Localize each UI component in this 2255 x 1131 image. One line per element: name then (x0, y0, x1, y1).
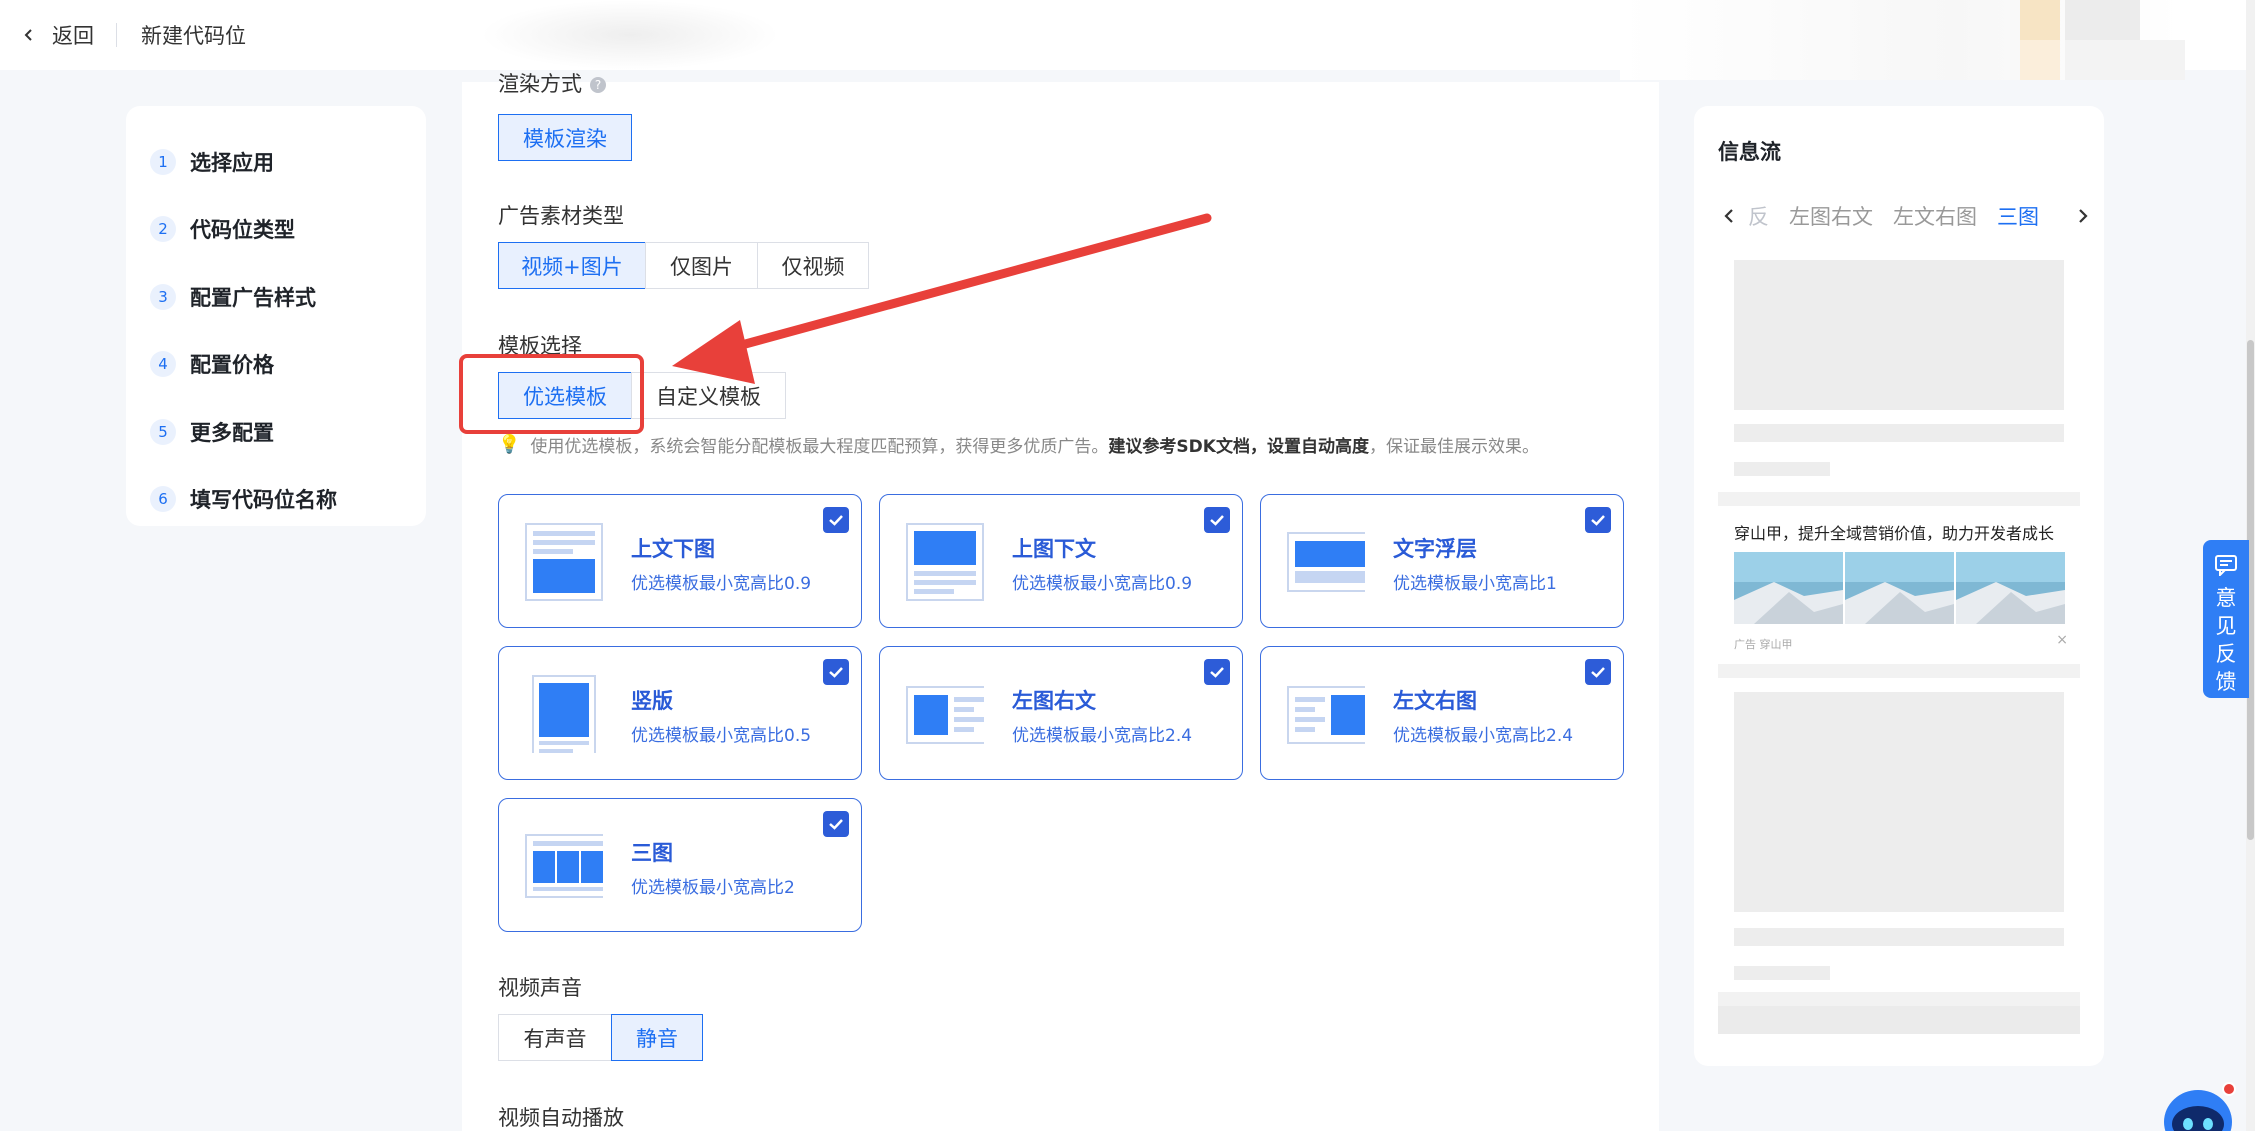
placeholder-block (1718, 1006, 2080, 1034)
feed-ad-image (1734, 552, 1843, 624)
preview-tabs: 反 左图右文 左文右图 三图 (1718, 198, 2088, 234)
feed-ad-image (1956, 552, 2065, 624)
placeholder-line (1734, 424, 2064, 442)
feed-ad-image (1845, 552, 1954, 624)
chevron-right-icon[interactable] (2072, 205, 2094, 227)
preview-tab[interactable]: 左图右文 (1789, 201, 1873, 231)
placeholder-line (1734, 462, 1830, 476)
message-icon (2215, 555, 2237, 576)
feed-ad-footer: 广告 穿山甲 (1734, 638, 1793, 651)
placeholder-line (1734, 928, 2064, 946)
preview-tab[interactable]: 反 (1748, 201, 1769, 231)
placeholder-card (1718, 254, 2080, 492)
feedback-label: 意见反馈 (2215, 586, 2237, 694)
preview-tab[interactable]: 左文右图 (1893, 201, 1977, 231)
preview-title: 信息流 (1718, 140, 1781, 164)
preview-tab-active[interactable]: 三图 (1997, 201, 2039, 231)
chevron-left-icon[interactable] (1718, 205, 1740, 227)
notification-dot (2222, 1082, 2236, 1096)
feed-ad-title: 穿山甲，提升全域营销价值，助力开发者成长 (1734, 524, 2055, 543)
placeholder-line (1734, 966, 1830, 980)
preview-frame: 穿山甲，提升全域营销价值，助力开发者成长 广告 穿山甲 × (1718, 254, 2080, 1034)
placeholder-image (1734, 692, 2064, 912)
placeholder-card (1718, 678, 2080, 992)
close-icon[interactable]: × (2056, 632, 2068, 648)
preview-panel: 信息流 反 左图右文 左文右图 三图 穿山甲，提升全域营销价值，助力开发者成长 … (1694, 106, 2104, 1066)
feed-ad-card: 穿山甲，提升全域营销价值，助力开发者成长 广告 穿山甲 × (1718, 506, 2080, 664)
placeholder-image (1734, 260, 2064, 410)
feedback-button[interactable]: 意见反馈 (2203, 540, 2249, 698)
